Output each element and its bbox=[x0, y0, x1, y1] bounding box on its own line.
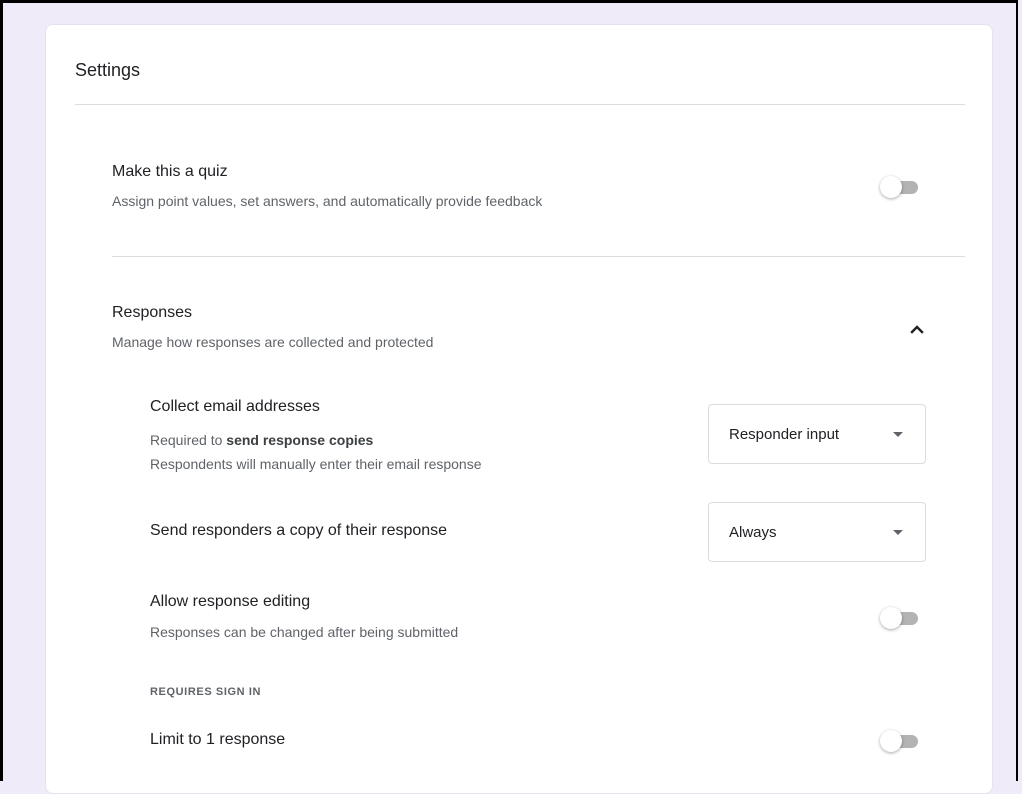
limit-one-title: Limit to 1 response bbox=[150, 731, 286, 748]
allow-editing-toggle-thumb bbox=[880, 607, 902, 629]
allow-editing-description: Responses can be changed after being sub… bbox=[150, 624, 459, 640]
dropdown-caret-icon bbox=[893, 432, 903, 437]
responses-description: Manage how responses are collected and p… bbox=[112, 334, 434, 350]
collect-email-description: Required to send response copies bbox=[150, 432, 373, 448]
settings-card: Settings Make this a quiz Assign point v… bbox=[45, 24, 993, 794]
quiz-description: Assign point values, set answers, and au… bbox=[112, 193, 543, 209]
quiz-divider bbox=[112, 256, 965, 257]
send-copy-select-value: Always bbox=[729, 524, 777, 541]
collect-email-select-value: Responder input bbox=[729, 426, 840, 443]
quiz-toggle[interactable] bbox=[880, 176, 920, 198]
settings-header-divider bbox=[75, 104, 965, 105]
collect-email-desc-line2: Respondents will manually enter their em… bbox=[150, 456, 482, 472]
limit-one-toggle[interactable] bbox=[880, 730, 920, 752]
allow-editing-title: Allow response editing bbox=[150, 593, 311, 610]
responses-title: Responses bbox=[112, 304, 193, 321]
settings-title: Settings bbox=[75, 60, 141, 80]
send-copy-select[interactable]: Always bbox=[708, 502, 926, 562]
requires-sign-in-caption: REQUIRES SIGN IN bbox=[150, 686, 262, 698]
collect-email-desc-prefix: Required to bbox=[150, 432, 227, 448]
collect-email-select[interactable]: Responder input bbox=[708, 404, 926, 464]
send-copy-title: Send responders a copy of their response bbox=[150, 522, 448, 539]
collect-email-desc-bold: send response copies bbox=[226, 432, 374, 448]
window-frame: Settings Make this a quiz Assign point v… bbox=[0, 0, 1018, 794]
quiz-title: Make this a quiz bbox=[112, 163, 228, 180]
allow-editing-toggle[interactable] bbox=[880, 607, 920, 629]
collect-email-title: Collect email addresses bbox=[150, 398, 320, 415]
chevron-up-icon[interactable] bbox=[905, 317, 929, 341]
quiz-toggle-thumb bbox=[880, 176, 902, 198]
limit-one-toggle-thumb bbox=[880, 730, 902, 752]
dropdown-caret-icon bbox=[893, 530, 903, 535]
